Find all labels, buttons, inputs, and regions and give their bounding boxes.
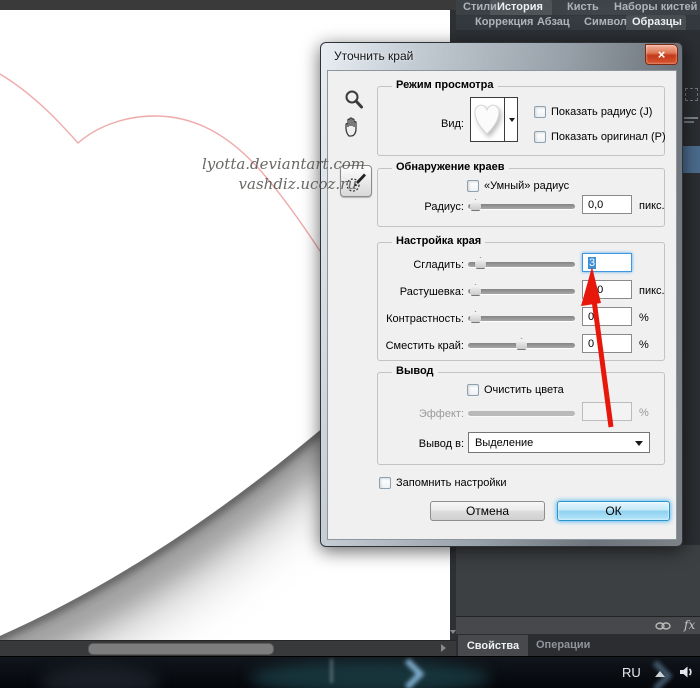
smooth-label: Сгладить:: [380, 258, 464, 272]
output-to-value: Выделение: [475, 437, 533, 449]
group-output-legend: Вывод: [392, 365, 438, 377]
remember-settings-label: Запомнить настройки: [396, 476, 507, 490]
refine-edge-dialog: Уточнить край × Режим просм: [320, 42, 683, 547]
contrast-input[interactable]: 0: [582, 307, 632, 326]
tab-brush-presets[interactable]: Наборы кистей: [614, 1, 697, 13]
close-icon: ×: [658, 47, 666, 62]
radius-slider-track[interactable]: [468, 204, 575, 209]
radius-value: 0,0: [588, 199, 603, 211]
language-indicator[interactable]: RU: [622, 665, 641, 680]
dialog-client: Режим просмотра Вид: Показать радиус (J)…: [327, 70, 677, 540]
panel-header-strip: [456, 30, 700, 42]
show-radius-label: Показать радиус (J): [551, 105, 652, 119]
wallpaper-streak: [330, 659, 333, 683]
fx-icon[interactable]: fx: [684, 618, 695, 632]
tray-expand-icon[interactable]: [655, 671, 665, 677]
tab-styles[interactable]: Стили: [463, 1, 497, 13]
feather-slider-track[interactable]: [468, 289, 575, 294]
group-view-mode-legend: Режим просмотра: [392, 79, 498, 91]
tab-adjustments[interactable]: Коррекция: [475, 16, 533, 28]
tab-actions[interactable]: Операции: [536, 639, 590, 651]
show-original-checkbox[interactable]: [534, 131, 546, 143]
hscrollbar-thumb[interactable]: [88, 643, 274, 655]
amount-label: Эффект:: [380, 407, 464, 421]
smooth-input[interactable]: 3: [582, 253, 632, 272]
output-to-label: Вывод в:: [380, 437, 464, 451]
tab-brush[interactable]: Кисть: [567, 1, 599, 13]
taskbar: RU: [0, 656, 700, 688]
shift-edge-input[interactable]: 0: [582, 334, 632, 353]
contrast-slider-track[interactable]: [468, 316, 575, 321]
smart-radius-checkbox[interactable]: [467, 180, 479, 192]
link-icon[interactable]: [655, 621, 671, 631]
watermark-line1: lyotta.deviantart.com: [185, 155, 365, 173]
tab-properties-label: Свойства: [467, 640, 519, 652]
chevron-down-icon: [509, 118, 515, 122]
tab-swatches[interactable]: Образцы: [632, 16, 682, 28]
group-adjust-edge-legend: Настройка края: [392, 235, 485, 247]
show-radius-checkbox[interactable]: [534, 106, 546, 118]
decontaminate-label: Очистить цвета: [484, 383, 564, 397]
remember-settings-checkbox[interactable]: [379, 477, 391, 489]
dialog-title: Уточнить край: [334, 49, 413, 63]
thumbnail-arrow-zone[interactable]: [504, 98, 518, 141]
cancel-button[interactable]: Отмена: [430, 501, 545, 521]
heart-thumbnail: [471, 98, 504, 141]
amount-unit: %: [639, 406, 649, 420]
radius-label: Радиус:: [380, 200, 464, 214]
contrast-value: 0: [588, 311, 594, 323]
wallpaper-glow: [40, 667, 160, 688]
contrast-label: Контрастность:: [380, 312, 464, 326]
panel-row-highlight[interactable]: [683, 146, 700, 173]
shift-edge-unit: %: [639, 338, 649, 352]
show-original-label: Показать оригинал (P): [551, 130, 666, 144]
tab-character[interactable]: Символ: [584, 16, 627, 28]
output-to-dropdown[interactable]: Выделение: [468, 432, 650, 453]
hand-tool-icon[interactable]: [341, 115, 365, 139]
radius-unit: пикс.: [639, 199, 665, 213]
panel-text-fragment: [684, 117, 698, 119]
photoshop-window: Стили История Кисть Наборы кистей Коррек…: [0, 0, 700, 688]
wallpaper-glow: [250, 661, 490, 688]
view-thumbnail-dropdown[interactable]: [470, 97, 518, 142]
cancel-button-label: Отмена: [466, 504, 509, 518]
contrast-unit: %: [639, 311, 649, 325]
decontaminate-checkbox[interactable]: [467, 384, 479, 396]
group-edge-detection-legend: Обнаружение краев: [392, 161, 509, 173]
shift-edge-label: Сместить край:: [380, 339, 464, 353]
view-label: Вид:: [382, 117, 464, 131]
close-button[interactable]: ×: [645, 44, 678, 65]
tab-history[interactable]: История: [497, 1, 543, 13]
amount-slider-track: [468, 411, 575, 416]
amount-input: [582, 402, 632, 421]
feather-value: 0,0: [588, 284, 603, 296]
chevron-down-icon: [635, 441, 643, 446]
speaker-icon[interactable]: [677, 663, 695, 681]
smart-radius-label: «Умный» радиус: [484, 179, 569, 193]
panel-icon: [685, 88, 698, 101]
feather-label: Растушевка:: [380, 285, 464, 299]
ok-button-label: ОК: [605, 504, 621, 518]
history-panel-area: [456, 545, 700, 616]
ok-button[interactable]: ОК: [557, 501, 670, 521]
hscroll-right-icon[interactable]: [441, 644, 446, 652]
feather-input[interactable]: 0,0: [582, 280, 632, 299]
layers-bottom-bar: fx: [456, 616, 700, 635]
radius-input[interactable]: 0,0: [582, 195, 632, 214]
tab-paragraph[interactable]: Абзац: [537, 16, 570, 28]
panel-text-fragment: [684, 121, 694, 123]
tab-properties[interactable]: Свойства: [458, 635, 528, 656]
watermark-line2: vashdiz.ucoz.ru: [185, 175, 357, 193]
smooth-value: 3: [588, 257, 596, 269]
zoom-tool-icon[interactable]: [343, 88, 365, 112]
feather-unit: пикс.: [639, 284, 665, 298]
shift-edge-value: 0: [588, 338, 594, 350]
